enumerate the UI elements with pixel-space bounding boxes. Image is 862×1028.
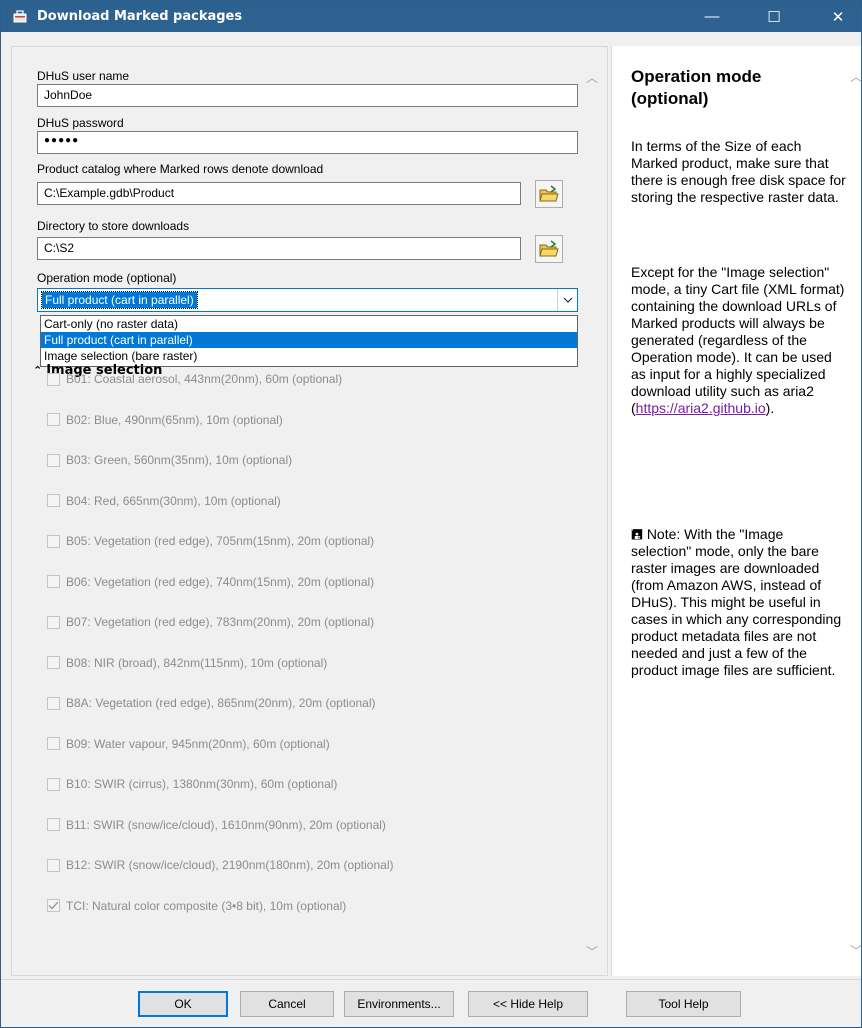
help-pane: Operation mode (optional) In terms of th… xyxy=(611,46,862,976)
band-label: B12: SWIR (snow/ice/cloud), 2190nm(180nm… xyxy=(66,858,394,872)
chevron-down-icon[interactable] xyxy=(557,289,577,311)
open-folder-icon xyxy=(539,185,559,202)
band-label: B01: Coastal aerosol, 443nm(20nm), 60m (… xyxy=(66,372,343,386)
band-checkbox-row[interactable]: B02: Blue, 490nm(65nm), 10m (optional) xyxy=(47,412,283,428)
band-label: B02: Blue, 490nm(65nm), 10m (optional) xyxy=(66,412,283,427)
scroll-up-icon[interactable]: ︿ xyxy=(586,69,598,86)
user-name-label: DHuS user name xyxy=(37,69,130,83)
band-label: B07: Vegetation (red edge), 783nm(20nm),… xyxy=(66,615,375,629)
band-label: B08: NIR (broad), 842nm(115nm), 10m (opt… xyxy=(66,655,328,670)
directory-input[interactable]: C:\S2 xyxy=(37,237,521,260)
parameters-pane[interactable]: DHuS user name JohnDoe DHuS password ●●●… xyxy=(11,46,608,976)
band-checkbox[interactable] xyxy=(47,818,60,831)
help-title: Operation mode (optional) xyxy=(631,67,762,108)
password-label: DHuS password xyxy=(37,116,124,130)
band-label: TCI: Natural color composite (3•8 bit), … xyxy=(66,898,347,913)
band-checkbox[interactable] xyxy=(47,615,60,629)
environments-button[interactable]: Environments... xyxy=(344,991,454,1017)
help-scroll-up-icon[interactable]: ︿ xyxy=(850,68,862,85)
band-checkbox-row[interactable]: B10: SWIR (cirrus), 1380nm(30nm), 60m (o… xyxy=(47,776,337,792)
band-checkbox-row[interactable]: B09: Water vapour, 945nm(20nm), 60m (opt… xyxy=(47,736,330,752)
help-paragraph-2: Except for the "Image selection" mode, a… xyxy=(631,264,846,417)
mode-option-cart-only[interactable]: Cart-only (no raster data) xyxy=(41,316,577,332)
band-label: B11: SWIR (snow/ice/cloud), 1610nm(90nm)… xyxy=(66,817,386,832)
band-checkbox-row[interactable]: B05: Vegetation (red edge), 705nm(15nm),… xyxy=(47,533,374,549)
hide-help-button[interactable]: << Hide Help xyxy=(468,991,588,1017)
toolbox-icon xyxy=(13,10,27,23)
band-checkbox-row[interactable]: B04: Red, 665nm(30nm), 10m (optional) xyxy=(47,493,281,509)
collapse-icon[interactable]: ⌃ xyxy=(33,364,42,377)
scroll-down-icon[interactable]: ﹀ xyxy=(586,943,598,960)
band-checkbox-row[interactable]: B03: Green, 560nm(35nm), 10m (optional) xyxy=(47,452,292,468)
help-paragraph-2-end: ). xyxy=(765,400,775,416)
band-checkbox[interactable] xyxy=(47,899,60,912)
band-checkbox[interactable] xyxy=(47,575,60,588)
help-paragraph-2-text: Except for the "Image selection" mode, a… xyxy=(631,264,845,416)
band-checkbox[interactable] xyxy=(47,777,60,791)
operation-mode-selected: Full product (cart in parallel) xyxy=(41,291,198,309)
band-checkbox-row[interactable]: B8A: Vegetation (red edge), 865nm(20nm),… xyxy=(47,695,376,711)
band-checkbox[interactable] xyxy=(47,494,60,507)
band-checkbox[interactable] xyxy=(47,696,60,710)
mode-option-image-selection[interactable]: Image selection (bare raster) xyxy=(41,348,577,364)
cancel-button[interactable]: Cancel xyxy=(240,991,334,1017)
band-checkbox-row[interactable]: TCI: Natural color composite (3•8 bit), … xyxy=(47,898,346,914)
catalog-browse-button[interactable] xyxy=(535,180,563,208)
band-checkbox[interactable] xyxy=(47,858,60,872)
band-checkbox[interactable] xyxy=(47,453,60,467)
operation-mode-label: Operation mode (optional) xyxy=(37,271,177,285)
band-checkbox-row[interactable]: B06: Vegetation (red edge), 740nm(15nm),… xyxy=(47,574,374,590)
minimize-button[interactable]: — xyxy=(689,1,735,32)
band-label: B05: Vegetation (red edge), 705nm(15nm),… xyxy=(66,534,375,548)
mode-option-full-product[interactable]: Full product (cart in parallel) xyxy=(41,332,577,348)
band-label: B09: Water vapour, 945nm(20nm), 60m (opt… xyxy=(66,736,330,751)
ok-button[interactable]: OK xyxy=(138,991,228,1017)
catalog-label: Product catalog where Marked rows denote… xyxy=(37,162,324,176)
band-checkbox[interactable] xyxy=(47,534,60,548)
title-bar[interactable]: Download Marked packages — ☐ ✕ xyxy=(1,1,861,32)
help-scroll-down-icon[interactable]: ﹀ xyxy=(850,942,862,959)
band-label: B03: Green, 560nm(35nm), 10m (optional) xyxy=(66,453,293,467)
band-checkbox-row[interactable]: B11: SWIR (snow/ice/cloud), 1610nm(90nm)… xyxy=(47,817,386,833)
button-bar: OK Cancel Environments... << Hide Help T… xyxy=(1,979,861,1027)
band-checkbox[interactable] xyxy=(47,656,60,669)
band-checkbox[interactable] xyxy=(47,413,60,426)
band-checkbox[interactable] xyxy=(47,737,60,750)
directory-label: Directory to store downloads xyxy=(37,219,190,233)
dialog-window: Download Marked packages — ☐ ✕ DHuS user… xyxy=(0,0,862,1028)
band-checkbox-row[interactable]: B01: Coastal aerosol, 443nm(20nm), 60m (… xyxy=(47,371,342,387)
band-label: B04: Red, 665nm(30nm), 10m (optional) xyxy=(66,493,281,508)
close-button[interactable]: ✕ xyxy=(815,1,861,32)
note-icon: 🖪 xyxy=(631,526,643,542)
user-name-input[interactable]: JohnDoe xyxy=(37,84,578,107)
band-label: B06: Vegetation (red edge), 740nm(15nm),… xyxy=(66,574,375,589)
help-paragraph-1: In terms of the Size of each Marked prod… xyxy=(631,138,846,205)
band-label: B8A: Vegetation (red edge), 865nm(20nm),… xyxy=(66,696,376,710)
aria2-link[interactable]: https://aria2.github.io xyxy=(636,400,766,416)
band-label: B10: SWIR (cirrus), 1380nm(30nm), 60m (o… xyxy=(66,777,338,791)
help-note-text: Note: With the "Image selection" mode, o… xyxy=(631,526,842,678)
band-checkbox-row[interactable]: B08: NIR (broad), 842nm(115nm), 10m (opt… xyxy=(47,655,327,671)
open-folder-icon xyxy=(539,240,559,257)
operation-mode-dropdown[interactable]: Cart-only (no raster data) Full product … xyxy=(40,315,578,367)
password-input[interactable]: ●●●●● xyxy=(37,131,578,154)
directory-browse-button[interactable] xyxy=(535,235,563,263)
tool-help-button[interactable]: Tool Help xyxy=(626,991,741,1017)
window-title: Download Marked packages xyxy=(37,9,243,24)
band-checkbox[interactable] xyxy=(47,372,60,386)
help-note: 🖪 Note: With the "Image selection" mode,… xyxy=(631,526,846,679)
band-checkbox-row[interactable]: B12: SWIR (snow/ice/cloud), 2190nm(180nm… xyxy=(47,857,393,873)
maximize-button[interactable]: ☐ xyxy=(751,1,797,32)
operation-mode-select[interactable]: Full product (cart in parallel) xyxy=(37,288,578,312)
catalog-input[interactable]: C:\Example.gdb\Product xyxy=(37,182,521,205)
band-checkbox-row[interactable]: B07: Vegetation (red edge), 783nm(20nm),… xyxy=(47,614,374,630)
